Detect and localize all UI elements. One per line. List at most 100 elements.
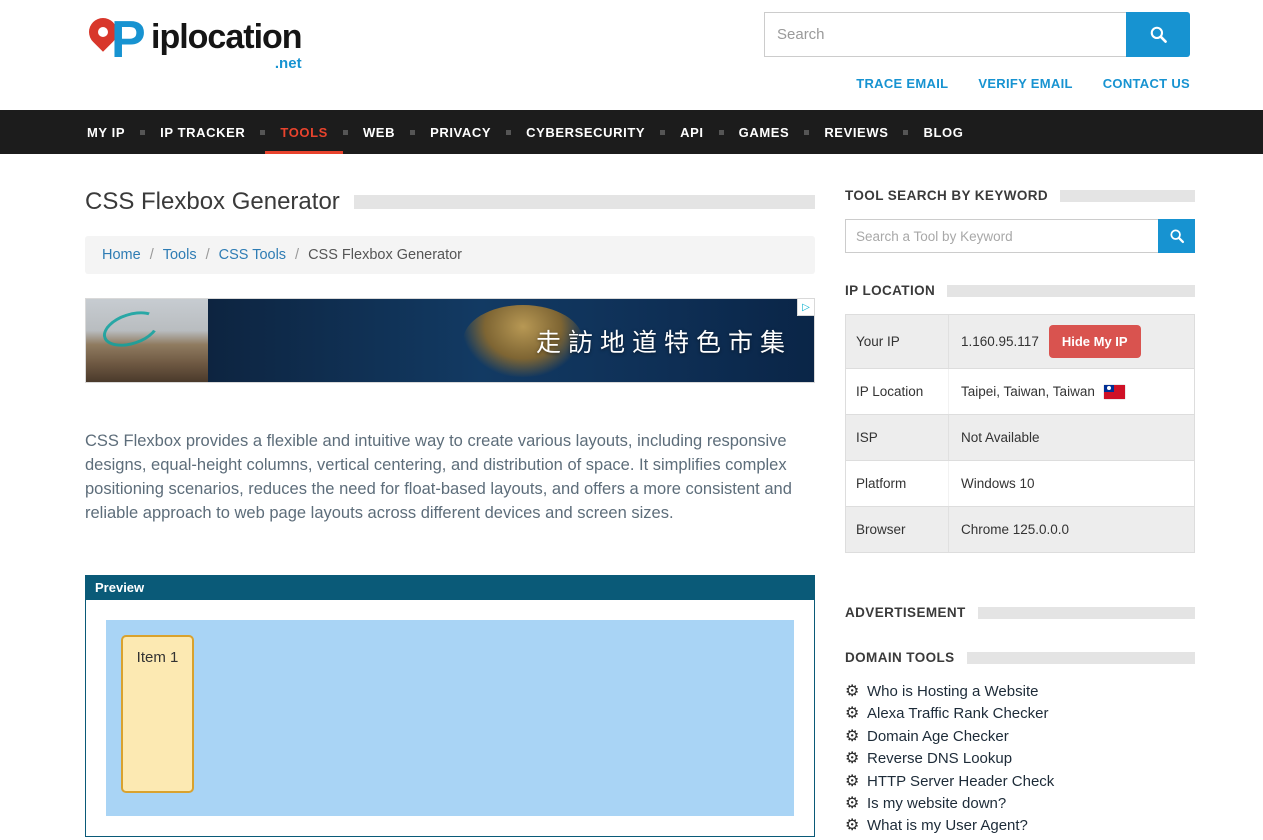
ip-row-label: Browser (846, 507, 949, 552)
ip-row-label: Platform (846, 461, 949, 506)
preview-panel: Preview Item 1 (85, 575, 815, 837)
ip-location-table: Your IP 1.160.95.117 Hide My IP IP Location… (845, 314, 1195, 553)
heading-decoration-bar (1060, 190, 1195, 202)
tool-description: CSS Flexbox provides a flexible and intu… (85, 429, 815, 525)
gear-icon: ⚙ (845, 771, 867, 793)
heading-decoration-bar (947, 285, 1195, 297)
preview-body: Item 1 (85, 600, 815, 837)
page-title: CSS Flexbox Generator (85, 188, 340, 216)
ad-banner[interactable]: 走訪地道特色市集 ▷ (85, 298, 815, 383)
taiwan-flag-icon (1104, 385, 1125, 399)
ip-value-text: 1.160.95.117 (961, 334, 1039, 349)
ip-value-text: Not Available (961, 430, 1040, 445)
top-link-contact-us[interactable]: CONTACT US (1103, 76, 1190, 91)
tool-search-button[interactable] (1158, 219, 1195, 253)
ip-value-text: Windows 10 (961, 476, 1035, 491)
breadcrumb-link-css-tools[interactable]: CSS Tools (219, 247, 286, 263)
ip-row-isp: ISP Not Available (846, 415, 1194, 461)
breadcrumb: Home/Tools/CSS Tools/CSS Flexbox Generat… (85, 236, 815, 274)
domain-tool-link-reverse-dns-lookup[interactable]: Reverse DNS Lookup (867, 748, 1012, 770)
ip-location-heading: IP LOCATION (845, 283, 935, 298)
gear-icon: ⚙ (845, 726, 867, 748)
ip-row-browser: Browser Chrome 125.0.0.0 (846, 507, 1194, 552)
ad-scene-image: 走訪地道特色市集 (208, 299, 814, 382)
heading-decoration-bar (978, 607, 1195, 619)
domain-tool-item: ⚙Domain Age Checker (845, 726, 1195, 748)
top-links: TRACE EMAIL VERIFY EMAIL CONTACT US (856, 76, 1190, 91)
main-nav: MY IPIP TRACKERTOOLSWEBPRIVACYCYBERSECUR… (0, 110, 1263, 154)
nav-item-games[interactable]: GAMES (724, 110, 805, 154)
tool-search-heading: TOOL SEARCH BY KEYWORD (845, 188, 1048, 203)
gear-icon: ⚙ (845, 815, 867, 837)
site-search-button[interactable] (1126, 12, 1190, 57)
heading-decoration-bar (967, 652, 1195, 664)
ad-headline: 走訪地道特色市集 (536, 323, 792, 359)
ip-value-text: Chrome 125.0.0.0 (961, 522, 1069, 537)
domain-tool-item: ⚙Is my website down? (845, 793, 1195, 815)
adchoices-icon[interactable]: ▷ (797, 299, 814, 316)
sidebar: TOOL SEARCH BY KEYWORD IP LOCATION Your … (845, 154, 1195, 838)
ad-photo-image (86, 299, 208, 382)
domain-tools-heading: DOMAIN TOOLS (845, 650, 955, 665)
nav-item-reviews[interactable]: REVIEWS (809, 110, 903, 154)
gear-icon: ⚙ (845, 793, 867, 815)
advertisement-heading: ADVERTISEMENT (845, 605, 966, 620)
domain-tool-item: ⚙Alexa Traffic Rank Checker (845, 703, 1195, 725)
domain-tools-list: ⚙Who is Hosting a Website⚙Alexa Traffic … (845, 681, 1195, 838)
breadcrumb-separator: / (206, 247, 210, 263)
domain-tool-link-what-is-my-user-agent[interactable]: What is my User Agent? (867, 815, 1028, 837)
ip-row-your-ip: Your IP 1.160.95.117 Hide My IP (846, 315, 1194, 369)
nav-item-blog[interactable]: BLOG (908, 110, 978, 154)
breadcrumb-separator: / (295, 247, 299, 263)
ip-value-text: Taipei, Taiwan, Taiwan (961, 384, 1095, 399)
domain-tool-item: ⚙What is my User Agent? (845, 815, 1195, 837)
ip-row-ip-location: IP Location Taipei, Taiwan, Taiwan (846, 369, 1194, 415)
nav-item-cybersecurity[interactable]: CYBERSECURITY (511, 110, 660, 154)
gear-icon: ⚙ (845, 681, 867, 703)
ip-row-value: Not Available (949, 420, 1194, 455)
top-link-trace-email[interactable]: TRACE EMAIL (856, 76, 948, 91)
ip-row-value: Taipei, Taiwan, Taiwan (949, 374, 1194, 409)
site-search-input[interactable] (764, 12, 1126, 57)
site-logo[interactable]: P iplocation .net (83, 12, 302, 76)
domain-tool-link-who-is-hosting-a-website[interactable]: Who is Hosting a Website (867, 681, 1038, 703)
tool-search (845, 219, 1195, 253)
domain-tool-item: ⚙Who is Hosting a Website (845, 681, 1195, 703)
nav-item-web[interactable]: WEB (348, 110, 410, 154)
nav-item-api[interactable]: API (665, 110, 718, 154)
domain-tool-link-http-server-header-check[interactable]: HTTP Server Header Check (867, 771, 1054, 793)
logo-tld: .net (275, 55, 302, 72)
flex-item-1: Item 1 (121, 635, 194, 793)
page-content: CSS Flexbox Generator Home / Tools / CSS Too… (0, 154, 1263, 838)
search-icon (1149, 25, 1168, 44)
logo-pin-icon: P (83, 12, 149, 76)
domain-tool-link-is-my-website-down[interactable]: Is my website down? (867, 793, 1006, 815)
ip-row-value: Windows 10 (949, 466, 1194, 501)
ip-row-label: IP Location (846, 369, 949, 414)
domain-tool-link-domain-age-checker[interactable]: Domain Age Checker (867, 726, 1009, 748)
domain-tool-item: ⚙HTTP Server Header Check (845, 771, 1195, 793)
ip-row-label: Your IP (846, 315, 949, 368)
nav-item-ip-tracker[interactable]: IP TRACKER (145, 110, 260, 154)
search-icon (1169, 228, 1185, 244)
nav-item-privacy[interactable]: PRIVACY (415, 110, 506, 154)
gear-icon: ⚙ (845, 703, 867, 725)
breadcrumb-link-tools[interactable]: Tools (163, 247, 197, 263)
breadcrumb-link-home[interactable]: Home (102, 247, 141, 263)
nav-item-my-ip[interactable]: MY IP (72, 110, 140, 154)
ip-row-label: ISP (846, 415, 949, 460)
tool-search-input[interactable] (845, 219, 1158, 253)
nav-item-tools[interactable]: TOOLS (265, 110, 343, 154)
logo-name: iplocation (151, 20, 302, 54)
domain-tool-link-alexa-traffic-rank-checker[interactable]: Alexa Traffic Rank Checker (867, 703, 1048, 725)
ip-row-value: Chrome 125.0.0.0 (949, 512, 1194, 547)
preview-header: Preview (85, 575, 815, 600)
ip-row-platform: Platform Windows 10 (846, 461, 1194, 507)
title-decoration-bar (354, 195, 815, 209)
top-link-verify-email[interactable]: VERIFY EMAIL (978, 76, 1072, 91)
main-column: CSS Flexbox Generator Home / Tools / CSS Too… (85, 154, 815, 838)
site-header: P iplocation .net TRACE EMAIL VERIFY EMAI… (0, 0, 1263, 110)
hide-my-ip-button[interactable]: Hide My IP (1049, 325, 1141, 358)
ip-row-value: 1.160.95.117 Hide My IP (949, 315, 1194, 368)
domain-tool-item: ⚙Reverse DNS Lookup (845, 748, 1195, 770)
